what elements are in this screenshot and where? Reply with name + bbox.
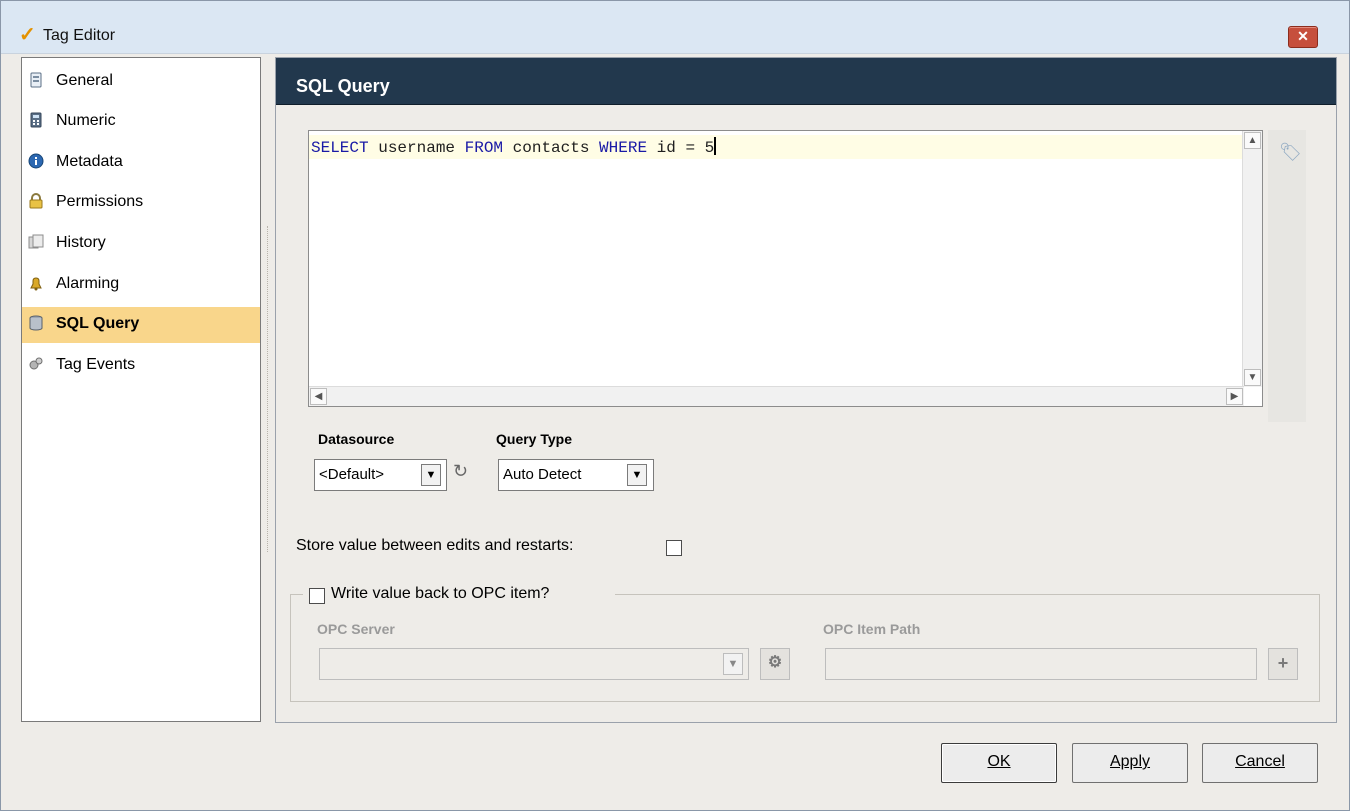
add-item-icon[interactable]: + bbox=[1268, 648, 1298, 680]
lock-icon bbox=[29, 193, 43, 209]
panel-header: SQL Query bbox=[276, 58, 1336, 105]
query-type-select[interactable]: Auto Detect ▼ bbox=[498, 459, 654, 491]
sidebar: General Numeric Metadata Permissions His… bbox=[21, 57, 261, 722]
query-part: id = 5 bbox=[647, 139, 715, 157]
tag-editor-window: ✓ Tag Editor ✕ General Numeric Metadata … bbox=[0, 0, 1350, 811]
chevron-down-icon[interactable]: ▼ bbox=[627, 464, 647, 486]
close-icon: ✕ bbox=[1297, 28, 1309, 44]
panel-title: SQL Query bbox=[296, 76, 390, 96]
sidebar-item-label: Alarming bbox=[56, 275, 120, 292]
opc-server-label: OPC Server bbox=[317, 621, 395, 637]
panel-splitter[interactable] bbox=[267, 226, 272, 552]
store-value-checkbox[interactable] bbox=[666, 540, 682, 556]
general-icon bbox=[30, 72, 42, 88]
query-type-label: Query Type bbox=[496, 431, 572, 447]
scroll-left-button[interactable]: ◀ bbox=[310, 388, 327, 405]
chevron-down-icon[interactable]: ▼ bbox=[723, 653, 743, 675]
bell-icon bbox=[30, 277, 42, 291]
sidebar-item-label: General bbox=[56, 72, 113, 89]
keyword-from: FROM bbox=[464, 139, 504, 157]
horizontal-scrollbar[interactable]: ◀ ▶ bbox=[309, 386, 1244, 406]
query-part: contacts bbox=[503, 139, 600, 157]
query-text[interactable]: SELECT username FROM contacts WHERE id =… bbox=[311, 137, 717, 157]
write-back-group: Write value back to OPC item? OPC Server… bbox=[290, 583, 1320, 702]
sidebar-item-general[interactable]: General bbox=[22, 64, 260, 100]
keyword-select: SELECT bbox=[311, 139, 369, 157]
write-back-label: Write value back to OPC item? bbox=[331, 585, 550, 602]
opc-item-path-field[interactable] bbox=[825, 648, 1257, 680]
cancel-button[interactable]: Cancel bbox=[1202, 743, 1318, 783]
cancel-label: Cancel bbox=[1235, 753, 1285, 770]
close-button[interactable]: ✕ bbox=[1288, 26, 1318, 48]
scroll-up-button[interactable]: ▲ bbox=[1244, 132, 1261, 149]
tag-browse-icon[interactable]: 🏷 bbox=[1279, 142, 1302, 163]
tag-editor-icon: ✓ bbox=[19, 24, 36, 46]
text-caret bbox=[714, 137, 717, 155]
datasource-select[interactable]: <Default> ▼ bbox=[314, 459, 447, 491]
opc-server-select[interactable]: ▼ bbox=[319, 648, 749, 680]
sidebar-item-permissions[interactable]: Permissions bbox=[22, 185, 260, 221]
sql-query-panel: SQL Query SELECT username FROM contacts … bbox=[275, 57, 1337, 723]
scroll-right-button[interactable]: ▶ bbox=[1226, 388, 1243, 405]
window-title: Tag Editor bbox=[43, 27, 116, 44]
database-icon bbox=[29, 315, 43, 331]
opc-item-path-label: OPC Item Path bbox=[823, 621, 921, 637]
store-value-label: Store value between edits and restarts: bbox=[296, 537, 574, 554]
scroll-down-button[interactable]: ▼ bbox=[1244, 369, 1261, 386]
sidebar-item-label: SQL Query bbox=[56, 315, 140, 332]
metadata-icon bbox=[28, 153, 44, 169]
datasource-value: <Default> bbox=[319, 466, 385, 483]
sidebar-item-numeric[interactable]: Numeric bbox=[22, 104, 260, 140]
ok-label: OK bbox=[987, 753, 1011, 770]
sidebar-item-label: History bbox=[56, 234, 106, 251]
opc-server-browse-icon[interactable]: ⚙ bbox=[760, 648, 790, 680]
write-back-legend: Write value back to OPC item? bbox=[303, 583, 615, 607]
query-editor[interactable]: SELECT username FROM contacts WHERE id =… bbox=[308, 130, 1263, 407]
sidebar-item-tag-events[interactable]: Tag Events bbox=[22, 348, 260, 384]
sidebar-item-alarming[interactable]: Alarming bbox=[22, 267, 260, 303]
sidebar-item-history[interactable]: History bbox=[22, 226, 260, 262]
gears-icon bbox=[29, 357, 43, 370]
ok-button[interactable]: OK bbox=[941, 743, 1057, 783]
sidebar-item-metadata[interactable]: Metadata bbox=[22, 145, 260, 181]
refresh-icon[interactable]: ↻ bbox=[453, 461, 468, 482]
history-icon bbox=[28, 234, 44, 249]
sidebar-item-sql-query[interactable]: SQL Query bbox=[22, 307, 260, 343]
editor-side-strip bbox=[1268, 130, 1306, 422]
sidebar-item-label: Tag Events bbox=[56, 356, 136, 373]
title-bar: ✓ Tag Editor ✕ bbox=[1, 1, 1349, 54]
write-back-checkbox[interactable] bbox=[309, 588, 325, 604]
keyword-where: WHERE bbox=[599, 139, 648, 157]
query-part: username bbox=[368, 139, 465, 157]
apply-label: Apply bbox=[1109, 753, 1151, 770]
sidebar-item-label: Permissions bbox=[56, 193, 144, 210]
numeric-icon bbox=[30, 112, 42, 128]
query-type-value: Auto Detect bbox=[503, 466, 582, 483]
chevron-down-icon[interactable]: ▼ bbox=[421, 464, 441, 486]
vertical-scrollbar[interactable]: ▲ ▼ bbox=[1242, 131, 1262, 387]
sidebar-item-label: Numeric bbox=[56, 112, 116, 129]
apply-button[interactable]: Apply bbox=[1072, 743, 1188, 783]
sidebar-item-label: Metadata bbox=[56, 153, 123, 170]
datasource-label: Datasource bbox=[318, 431, 395, 447]
